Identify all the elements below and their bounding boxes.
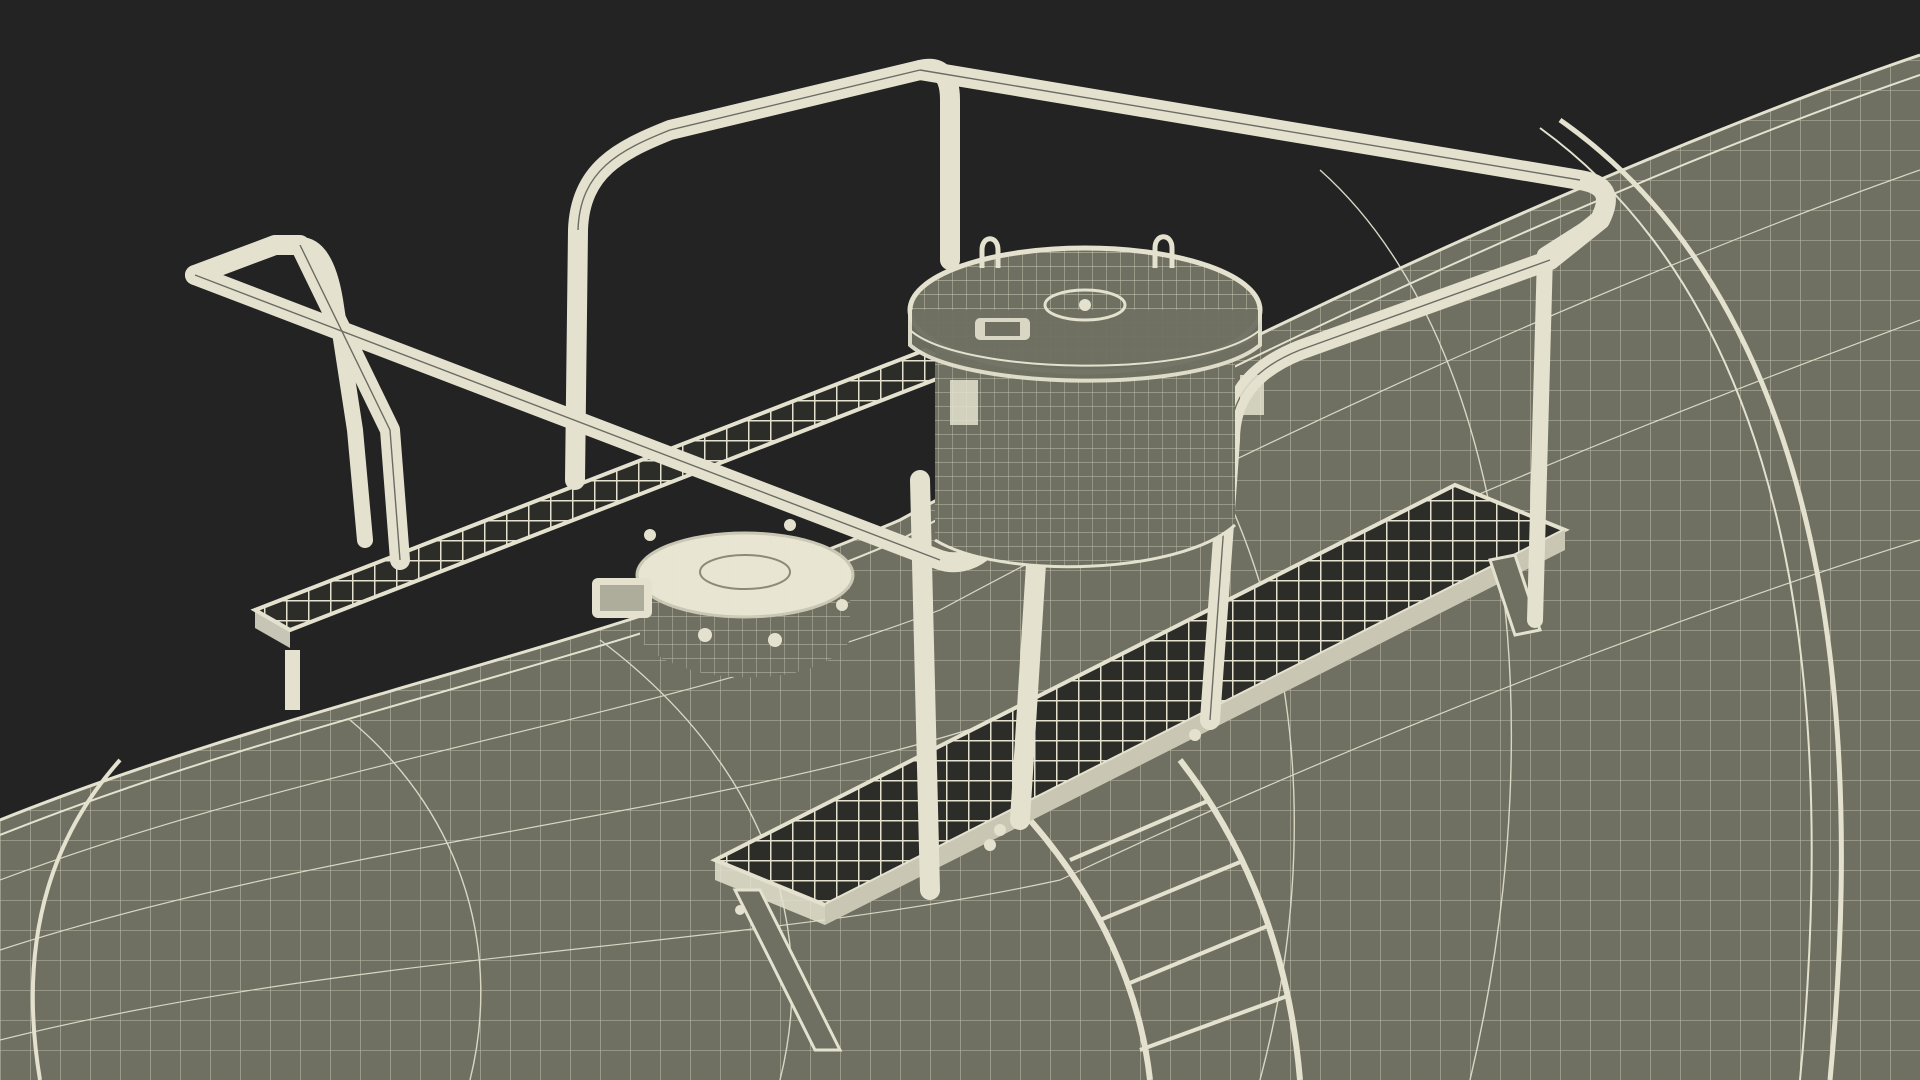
dome-housing (907, 234, 1264, 569)
render-canvas (0, 0, 1920, 1080)
wireframe-render (0, 0, 1920, 1080)
